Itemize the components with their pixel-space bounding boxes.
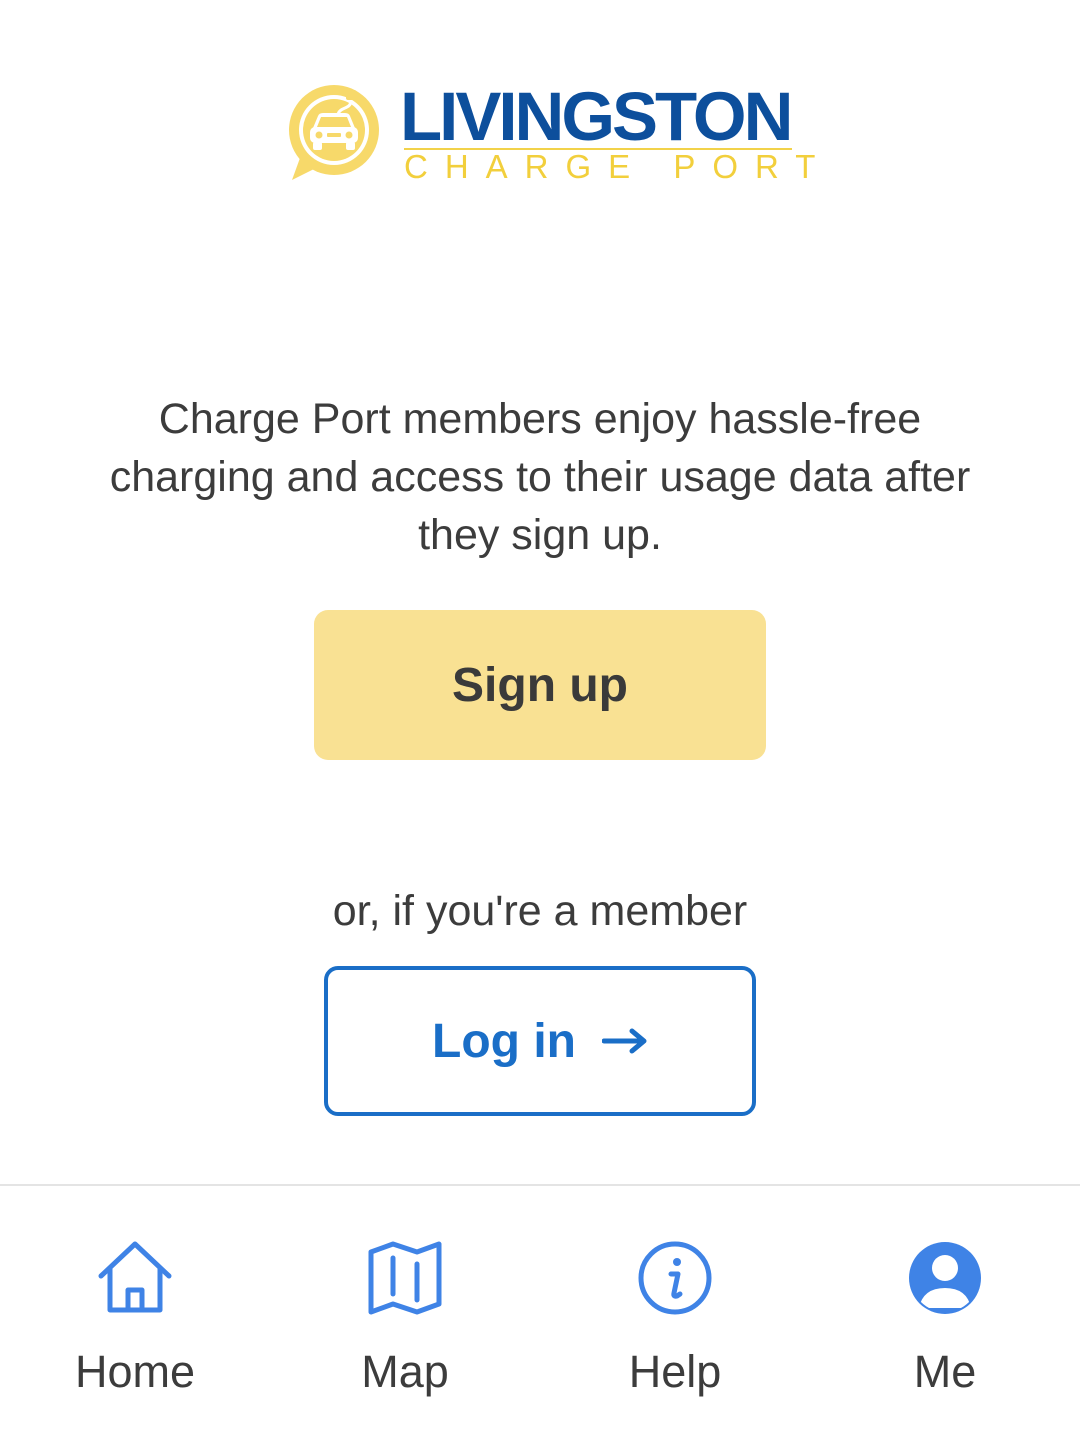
membership-intro-text: Charge Port members enjoy hassle-free ch… [109,395,971,559]
nav-item-home[interactable]: Home [0,1186,270,1452]
nav-label-me: Me [913,1346,977,1397]
map-icon [368,1241,442,1315]
sign-up-button[interactable]: Sign up [314,610,766,760]
user-icon [909,1242,981,1314]
nav-item-help[interactable]: Help [540,1186,810,1452]
nav-label-home: Home [74,1346,196,1397]
screen: LIVINGSTON CHARGE PORT Charge Port membe… [0,0,1080,1452]
nav-label-map: Map [361,1346,449,1397]
member-prompt-text: or, if you're a member [332,887,748,935]
log-in-button[interactable]: Log in [324,966,756,1116]
nav-item-me[interactable]: Me [810,1186,1080,1452]
home-icon [98,1241,172,1313]
logo-subtitle-text: CHARGE PORT [404,148,833,185]
nav-item-map[interactable]: Map [270,1186,540,1452]
arrow-right-icon [601,1028,647,1054]
logo-brand-text: LIVINGSTON [400,78,793,155]
car-charger-logo-icon [289,85,379,180]
bottom-nav: Home Map Help Me [0,1186,1080,1452]
nav-label-help: Help [628,1346,722,1397]
info-icon [638,1241,712,1315]
log-in-label: Log in [432,1014,576,1068]
app-logo: LIVINGSTON CHARGE PORT [286,78,815,184]
